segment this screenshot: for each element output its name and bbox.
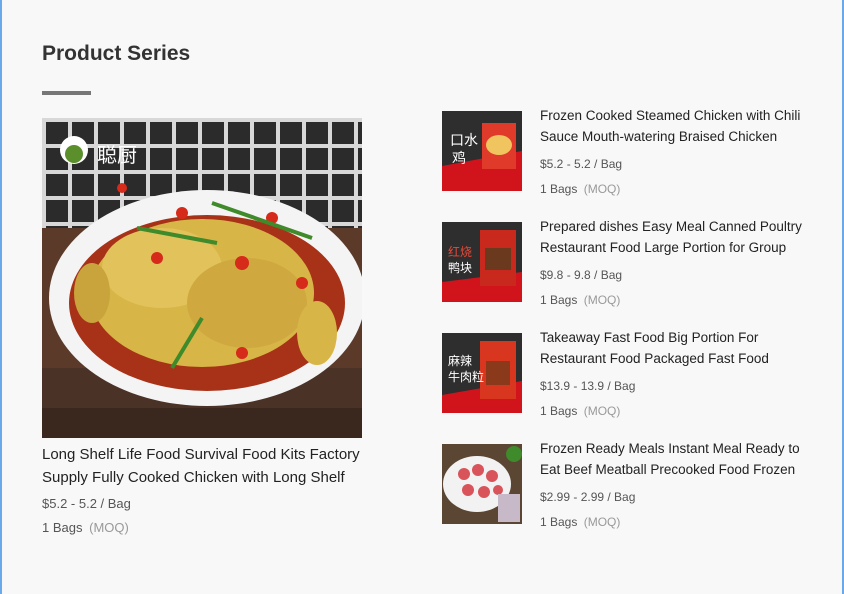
thumb-text: 口水: [450, 133, 478, 149]
product-name[interactable]: Frozen Cooked Steamed Chicken with Chili…: [540, 105, 812, 147]
product-price: $9.8 - 9.8 / Bag: [540, 268, 623, 282]
product-moq: 1 Bags (MOQ): [540, 515, 812, 529]
moq-tag: (MOQ): [583, 182, 621, 196]
list-item[interactable]: 麻辣 牛肉粒 Takeaway Fast Food Big Portion Fo…: [442, 330, 812, 423]
moq-value: 1 Bags: [42, 520, 83, 535]
list-item[interactable]: 口水 鸡 Frozen Cooked Steamed Chicken with …: [442, 108, 812, 201]
list-item[interactable]: 红烧 鸭块 Prepared dishes Easy Meal Canned P…: [442, 219, 812, 312]
product-name[interactable]: Prepared dishes Easy Meal Canned Poultry…: [540, 216, 812, 258]
product-name[interactable]: Takeaway Fast Food Big Portion For Resta…: [540, 327, 812, 369]
section-title: Product Series: [42, 42, 191, 65]
moq-tag: (MOQ): [89, 520, 129, 535]
moq-value: 1 Bags: [540, 404, 578, 418]
product-price: $2.99 - 2.99 / Bag: [540, 490, 636, 504]
product-moq: 1 Bags (MOQ): [540, 182, 812, 196]
moq-tag: (MOQ): [583, 515, 621, 529]
featured-product-moq: 1 Bags (MOQ): [42, 520, 362, 535]
featured-product-name[interactable]: Long Shelf Life Food Survival Food Kits …: [42, 443, 382, 489]
featured-product-price: $5.2 - 5.2 / Bag: [42, 496, 131, 511]
moq-value: 1 Bags: [540, 515, 578, 529]
product-moq: 1 Bags (MOQ): [540, 293, 812, 307]
thumb-text: 鸭块: [448, 261, 472, 275]
product-price: $13.9 - 13.9 / Bag: [540, 379, 636, 393]
featured-product-image[interactable]: 聪厨: [42, 118, 362, 438]
product-thumbnail[interactable]: 红烧 鸭块: [442, 222, 522, 302]
product-thumbnail[interactable]: 麻辣 牛肉粒: [442, 333, 522, 413]
product-thumbnail[interactable]: 口水 鸡: [442, 111, 522, 191]
product-name[interactable]: Frozen Ready Meals Instant Meal Ready to…: [540, 438, 812, 480]
list-item[interactable]: Frozen Ready Meals Instant Meal Ready to…: [442, 441, 812, 534]
thumb-text: 鸡: [452, 150, 466, 167]
moq-tag: (MOQ): [583, 293, 621, 307]
brand-logo-text: 聪厨: [97, 143, 137, 167]
product-thumbnail[interactable]: [442, 444, 522, 524]
moq-value: 1 Bags: [540, 293, 578, 307]
thumb-text: 牛肉粒: [448, 369, 484, 384]
product-moq: 1 Bags (MOQ): [540, 404, 812, 418]
product-price: $5.2 - 5.2 / Bag: [540, 157, 623, 171]
thumb-text: 麻辣: [448, 353, 472, 368]
featured-product-card[interactable]: 聪厨 Long Shelf Life Food Survival Food Ki…: [42, 118, 362, 535]
moq-value: 1 Bags: [540, 182, 578, 196]
thumb-text: 红烧: [448, 244, 472, 259]
title-underline: [42, 91, 91, 95]
moq-tag: (MOQ): [583, 404, 621, 418]
